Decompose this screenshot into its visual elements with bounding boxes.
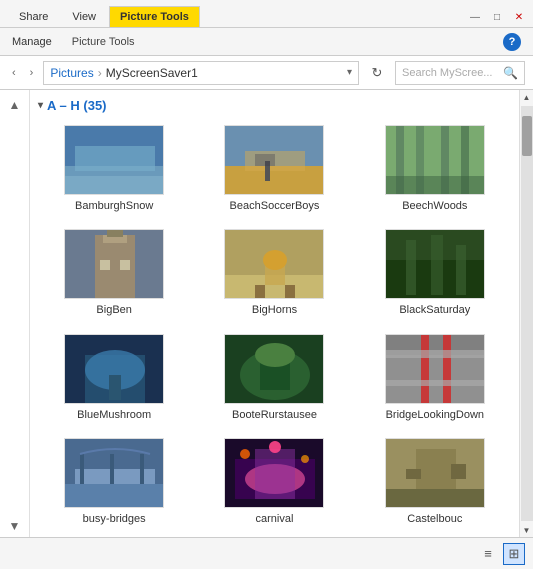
search-box[interactable]: Search MyScree... 🔍 [395,61,525,85]
tab-view[interactable]: View [61,6,107,27]
thumbnail-blacksaturday [385,229,485,299]
back-button[interactable]: ‹ [8,65,20,81]
search-icon: 🔍 [503,66,518,80]
thumbnail-bluemushroom [64,334,164,404]
thumbnail-label: BlueMushroom [77,408,151,422]
list-item[interactable]: busy-bridges [38,434,190,530]
thumbnail-bamburghsnow [64,125,164,195]
group-chevron-icon: ▾ [38,100,43,111]
breadcrumb[interactable]: Pictures › MyScreenSaver1 ▾ [43,61,359,85]
breadcrumb-current: MyScreenSaver1 [106,66,198,80]
manage-tab-button[interactable]: Manage [12,36,52,48]
title-bar: Share View Picture Tools — □ ✕ Manage Pi… [0,0,533,56]
refresh-icon: ↻ [372,65,383,81]
thumbnail-label: BlackSaturday [399,303,470,317]
list-item[interactable]: BridgeLookingDown [359,330,511,426]
thumbnail-label: BamburghSnow [75,199,153,213]
thumbnail-beechwods [385,125,485,195]
list-item[interactable]: BlueMushroom [38,330,190,426]
list-item[interactable]: Castelbouc [359,434,511,530]
thumbnail-busybridges [64,438,164,508]
nav-down-arrow[interactable]: ▼ [5,515,25,537]
maximize-button[interactable]: □ [487,7,507,27]
thumbnail-label: BooteRurstausee [232,408,317,422]
right-scrollbar[interactable]: ▲ ▼ [519,90,533,537]
scroll-thumb[interactable] [522,116,532,156]
list-item[interactable]: BigHorns [198,225,350,321]
thumbnail-label: BeechWoods [402,199,467,213]
minimize-button[interactable]: — [465,7,485,27]
group-label: A – H (35) [47,98,106,113]
list-view-icon: ≡ [484,546,492,561]
address-bar: ‹ › Pictures › MyScreenSaver1 ▾ ↻ Search… [0,56,533,90]
breadcrumb-separator: › [98,66,102,80]
tab-picture-tools[interactable]: Picture Tools [109,6,200,27]
list-item[interactable]: BooteRurstausee [198,330,350,426]
thumbnail-label: BigHorns [252,303,297,317]
forward-button[interactable]: › [26,65,38,81]
list-item[interactable]: BigBen [38,225,190,321]
ribbon-tabs: Share View Picture Tools — □ ✕ [0,0,533,27]
scroll-track[interactable] [521,106,533,521]
ribbon-bar: Manage Picture Tools ? [0,27,533,55]
group-header[interactable]: ▾ A – H (35) [38,98,511,113]
refresh-button[interactable]: ↻ [365,61,389,85]
list-item[interactable]: carnival [198,434,350,530]
list-item[interactable]: BamburghSnow [38,121,190,217]
nav-up-arrow[interactable]: ▲ [5,94,25,116]
search-placeholder: Search MyScree... [402,67,492,79]
thumbnail-bighorns [224,229,324,299]
list-item[interactable]: BeechWoods [359,121,511,217]
scroll-down-arrow[interactable]: ▼ [520,523,533,537]
thumbnail-grid: BamburghSnow BeachSoccerBoys [38,121,511,537]
thumbnail-castelbouc [385,438,485,508]
thumbnail-label: Castelbouc [407,512,462,526]
thumbnail-label: carnival [256,512,294,526]
thumbnail-carnival [224,438,324,508]
list-item[interactable]: BeachSoccerBoys [198,121,350,217]
thumbnail-label: BeachSoccerBoys [230,199,320,213]
thumbnail-label: BridgeLookingDown [386,408,484,422]
thumbnail-bigben [64,229,164,299]
thumbnail-booterustausee [224,334,324,404]
scroll-up-arrow[interactable]: ▲ [520,90,533,104]
help-button[interactable]: ? [503,33,521,51]
content-area: ▾ A – H (35) BamburghSnow [30,90,519,537]
picture-tools-label: Picture Tools [72,36,135,48]
thumbnail-label: BigBen [96,303,131,317]
tab-share[interactable]: Share [8,6,59,27]
window-controls: — □ ✕ [465,7,533,27]
close-button[interactable]: ✕ [509,7,529,27]
thumbnail-bridgelookingdown [385,334,485,404]
list-item[interactable]: BlackSaturday [359,225,511,321]
main-area: ▲ ▼ ▾ A – H (35) BamburghSnow [0,90,533,537]
thumbnail-label: busy-bridges [83,512,146,526]
breadcrumb-dropdown-icon[interactable]: ▾ [347,67,352,78]
left-nav: ▲ ▼ [0,90,30,537]
breadcrumb-root[interactable]: Pictures [50,66,93,80]
status-bar: ≡ ⊞ [0,537,533,569]
tiles-view-icon: ⊞ [509,546,520,562]
thumbnail-beachsoccerboys [224,125,324,195]
list-view-button[interactable]: ≡ [477,543,499,565]
tiles-view-button[interactable]: ⊞ [503,543,525,565]
